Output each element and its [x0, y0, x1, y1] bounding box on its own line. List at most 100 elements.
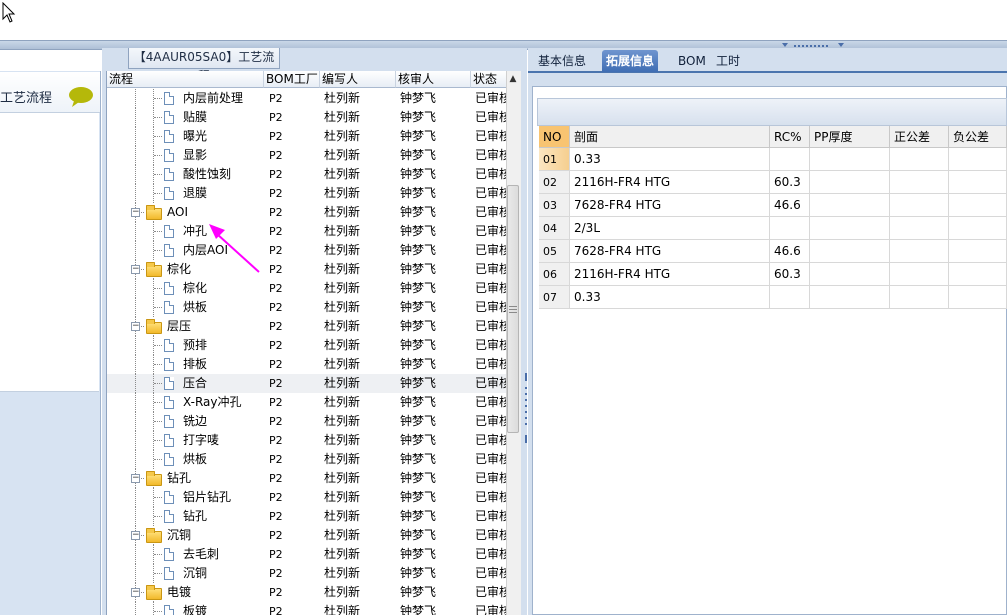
stackup-cell-rc[interactable] [770, 286, 810, 309]
tree-row-writer: 杜列新 [324, 186, 361, 200]
tree-row[interactable]: 烘板 P2 杜列新 钟梦飞 已审核 [107, 450, 507, 469]
tree-row[interactable]: − 层压 P2 杜列新 钟梦飞 已审核 [107, 317, 507, 336]
tree-row[interactable]: 酸性蚀刻 P2 杜列新 钟梦飞 已审核 [107, 165, 507, 184]
stackup-cell-minus-tolerance[interactable] [949, 194, 1007, 217]
stackup-cell-pp-thickness[interactable] [810, 240, 890, 263]
tree-row-reviewer: 钟梦飞 [400, 243, 437, 257]
stackup-cell-section[interactable]: 7628-FR4 HTG [570, 194, 770, 217]
stackup-table[interactable]: NO 剖面 RC% PP厚度 正公差 负公差 01 0.33 02 2116H-FR4… [539, 126, 1007, 309]
collapse-toggle-icon[interactable]: − [131, 208, 140, 217]
stackup-cell-pp-thickness[interactable] [810, 217, 890, 240]
tree-row[interactable]: 棕化 P2 杜列新 钟梦飞 已审核 [107, 279, 507, 298]
stackup-cell-section[interactable]: 0.33 [570, 286, 770, 309]
tree-row[interactable]: − 钻孔 P2 杜列新 钟梦飞 已审核 [107, 469, 507, 488]
stackup-cell-minus-tolerance[interactable] [949, 263, 1007, 286]
tree-row[interactable]: 冲孔P2杜列新钟梦飞已审核 [107, 222, 507, 241]
tree-row[interactable]: 钻孔 P2 杜列新 钟梦飞 已审核 [107, 507, 507, 526]
stackup-cell-rc[interactable] [770, 148, 810, 171]
tree-row[interactable]: 板镀 P2 杜列新 钟梦飞 已审核 [107, 602, 507, 615]
tree-row[interactable]: 退膜 P2 杜列新 钟梦飞 已审核 [107, 184, 507, 203]
collapse-toggle-icon[interactable]: − [131, 322, 140, 331]
stackup-cell-minus-tolerance[interactable] [949, 148, 1007, 171]
tree-row[interactable]: 打字唛 P2 杜列新 钟梦飞 已审核 [107, 431, 507, 450]
stackup-cell-pp-thickness[interactable] [810, 171, 890, 194]
stackup-cell-minus-tolerance[interactable] [949, 240, 1007, 263]
column-header-process[interactable]: 流程 [107, 71, 264, 88]
tree-row[interactable]: 排板 P2 杜列新 钟梦飞 已审核 [107, 355, 507, 374]
stackup-cell-plus-tolerance[interactable] [890, 286, 949, 309]
tree-row[interactable]: 曝光 P2 杜列新 钟梦飞 已审核 [107, 127, 507, 146]
tree-row[interactable]: 烘板 P2 杜列新 钟梦飞 已审核 [107, 298, 507, 317]
stackup-cell-section[interactable]: 7628-FR4 HTG [570, 240, 770, 263]
collapse-toggle-icon[interactable]: − [131, 265, 140, 274]
column-header-no[interactable]: NO [539, 126, 570, 148]
tree-row[interactable]: 预排 P2 杜列新 钟梦飞 已审核 [107, 336, 507, 355]
collapse-toggle-icon[interactable]: − [131, 474, 140, 483]
stackup-cell-minus-tolerance[interactable] [949, 217, 1007, 240]
tree-row[interactable]: 内层前处理 P2 杜列新 钟梦飞 已审核 [107, 89, 507, 108]
stackup-cell-pp-thickness[interactable] [810, 286, 890, 309]
stackup-cell-rc[interactable]: 46.6 [770, 240, 810, 263]
stackup-cell-section[interactable]: 2/3L [570, 217, 770, 240]
tree-row[interactable]: X-Ray冲孔 P2 杜列新 钟梦飞 已审核 [107, 393, 507, 412]
column-header-minus-tolerance[interactable]: 负公差 [949, 126, 1007, 148]
stackup-cell-section[interactable]: 0.33 [570, 148, 770, 171]
stackup-cell-no[interactable]: 03 [539, 194, 570, 217]
stackup-cell-no[interactable]: 07 [539, 286, 570, 309]
tree-row[interactable]: − 沉铜 P2 杜列新 钟梦飞 已审核 [107, 526, 507, 545]
collapse-toggle-icon[interactable]: − [131, 588, 140, 597]
stackup-cell-no[interactable]: 02 [539, 171, 570, 194]
tree-row[interactable]: 贴膜 P2 杜列新 钟梦飞 已审核 [107, 108, 507, 127]
stackup-cell-minus-tolerance[interactable] [949, 286, 1007, 309]
tree-row-writer: 杜列新 [324, 471, 361, 485]
stackup-cell-pp-thickness[interactable] [810, 263, 890, 286]
tree-row[interactable]: −棕化P2杜列新钟梦飞已审核 [107, 260, 507, 279]
chat-bubble-icon[interactable] [68, 86, 94, 108]
column-header-reviewer[interactable]: 核审人 [396, 71, 471, 88]
stackup-cell-no[interactable]: 04 [539, 217, 570, 240]
collapse-toggle-icon[interactable]: − [131, 531, 140, 540]
scroll-up-arrow-icon[interactable]: ▲ [506, 72, 520, 86]
tree-row[interactable]: 铝片钻孔 P2 杜列新 钟梦飞 已审核 [107, 488, 507, 507]
tab-basic-info[interactable]: 基本信息 [534, 50, 590, 72]
column-header-writer[interactable]: 编写人 [320, 71, 396, 88]
column-header-bom-factory[interactable]: BOM工厂 [264, 71, 320, 88]
tree-row[interactable]: 压合 P2 杜列新 钟梦飞 已审核 [107, 374, 507, 393]
stackup-cell-pp-thickness[interactable] [810, 148, 890, 171]
stackup-cell-rc[interactable]: 60.3 [770, 171, 810, 194]
stackup-cell-rc[interactable]: 60.3 [770, 263, 810, 286]
stackup-cell-minus-tolerance[interactable] [949, 171, 1007, 194]
column-header-status[interactable]: 状态 [471, 71, 507, 88]
tree-row[interactable]: −AOIP2杜列新钟梦飞已审核 [107, 203, 507, 222]
tree-row[interactable]: 铣边 P2 杜列新 钟梦飞 已审核 [107, 412, 507, 431]
stackup-cell-plus-tolerance[interactable] [890, 171, 949, 194]
tree-row[interactable]: 显影 P2 杜列新 钟梦飞 已审核 [107, 146, 507, 165]
stackup-cell-section[interactable]: 2116H-FR4 HTG [570, 171, 770, 194]
stackup-cell-rc[interactable]: 46.6 [770, 194, 810, 217]
column-header-plus-tolerance[interactable]: 正公差 [890, 126, 949, 148]
tab-bom[interactable]: BOM [674, 50, 710, 72]
stackup-cell-plus-tolerance[interactable] [890, 240, 949, 263]
stackup-cell-plus-tolerance[interactable] [890, 148, 949, 171]
tab-work-hours[interactable]: 工时 [712, 50, 744, 72]
tab-extended-info[interactable]: 拓展信息 [602, 50, 659, 72]
stackup-cell-no[interactable]: 05 [539, 240, 570, 263]
stackup-cell-no[interactable]: 06 [539, 263, 570, 286]
column-header-section[interactable]: 剖面 [570, 126, 770, 148]
stackup-cell-plus-tolerance[interactable] [890, 217, 949, 240]
column-header-rc[interactable]: RC% [770, 126, 810, 148]
stackup-cell-section[interactable]: 2116H-FR4 HTG [570, 263, 770, 286]
stackup-cell-plus-tolerance[interactable] [890, 263, 949, 286]
tree-row[interactable]: 内层AOIP2杜列新钟梦飞已审核 [107, 241, 507, 260]
stackup-cell-plus-tolerance[interactable] [890, 194, 949, 217]
column-header-pp-thickness[interactable]: PP厚度 [810, 126, 890, 148]
tree-row[interactable]: − 电镀 P2 杜列新 钟梦飞 已审核 [107, 583, 507, 602]
tree-row-writer: 杜列新 [324, 376, 361, 390]
left-panel-title[interactable]: 工艺流程 [0, 87, 52, 106]
process-tree-grid[interactable]: 流程 BOM工厂 编写人 核审人 状态 内层前处理P2杜列新钟梦飞已审核贴膜P2… [106, 71, 507, 615]
tree-row[interactable]: 沉铜 P2 杜列新 钟梦飞 已审核 [107, 564, 507, 583]
stackup-cell-rc[interactable] [770, 217, 810, 240]
stackup-cell-no[interactable]: 01 [539, 148, 570, 171]
stackup-cell-pp-thickness[interactable] [810, 194, 890, 217]
tree-row[interactable]: 去毛刺 P2 杜列新 钟梦飞 已审核 [107, 545, 507, 564]
